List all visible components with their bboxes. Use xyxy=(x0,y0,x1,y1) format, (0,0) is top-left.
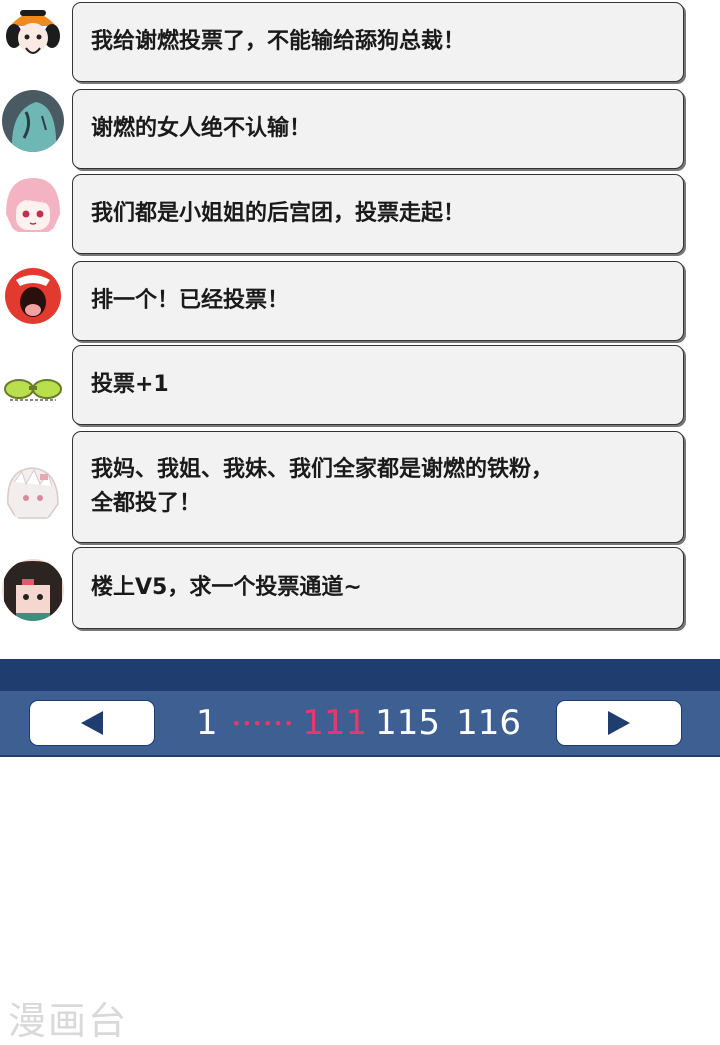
comment-bubble: 我给谢燃投票了，不能输给舔狗总裁！ xyxy=(72,2,684,82)
avatar[interactable] xyxy=(2,262,64,324)
page-link[interactable]: 115 xyxy=(375,703,440,743)
page-list: 1 •••••• 111 115 116 xyxy=(196,699,521,747)
comment-text-line1: 我妈、我姐、我妹、我们全家都是谢燃的铁粉， xyxy=(91,457,554,482)
avatar[interactable] xyxy=(2,174,64,236)
comment-bubble: 我妈、我姐、我妹、我们全家都是谢燃的铁粉， 全都投了！ xyxy=(72,431,684,543)
avatar-black-hair-girl-icon xyxy=(2,559,64,621)
avatar[interactable] xyxy=(2,559,64,621)
page-ellipsis: •••••• xyxy=(231,713,295,733)
comment-text: 我给谢燃投票了，不能输给舔狗总裁！ xyxy=(91,29,466,54)
avatar[interactable] xyxy=(2,358,64,420)
avatar-white-hair-girl-icon xyxy=(2,460,64,522)
comment-bubble: 排一个！已经投票！ xyxy=(72,261,684,341)
comment-bubble: 我们都是小姐姐的后宫团，投票走起！ xyxy=(72,174,684,254)
watermark: 漫画台 xyxy=(8,999,129,1043)
comment-text: 投票+1 xyxy=(91,372,169,397)
page-link[interactable]: 116 xyxy=(456,703,521,743)
avatar-green-goggles-icon xyxy=(2,358,64,420)
pagination-bar-header xyxy=(0,659,720,691)
page-current[interactable]: 111 xyxy=(302,703,367,743)
right-triangle-icon xyxy=(608,711,630,735)
avatar[interactable] xyxy=(2,90,64,152)
pagination-bar: 1 •••••• 111 115 116 xyxy=(0,691,720,757)
comment-bubble: 谢燃的女人绝不认输！ xyxy=(72,89,684,169)
avatar[interactable] xyxy=(2,460,64,522)
left-triangle-icon xyxy=(81,711,103,735)
avatar-teal-character-icon xyxy=(2,90,64,152)
avatar[interactable] xyxy=(2,2,64,64)
avatar-girl-orange-cap-icon xyxy=(2,2,64,64)
avatar-red-mouth-icon xyxy=(2,262,64,324)
comment-text: 谢燃的女人绝不认输！ xyxy=(91,116,312,141)
next-page-button[interactable] xyxy=(556,700,682,746)
avatar-pink-hair-girl-icon xyxy=(2,174,64,236)
comment-text: 排一个！已经投票！ xyxy=(91,288,290,313)
comment-bubble: 投票+1 xyxy=(72,345,684,425)
page-link-first[interactable]: 1 xyxy=(196,703,218,743)
comment-text: 楼上V5，求一个投票通道~ xyxy=(91,575,362,600)
comment-bubble: 楼上V5，求一个投票通道~ xyxy=(72,547,684,629)
comment-text-line2: 全都投了！ xyxy=(91,491,202,516)
comment-text: 我们都是小姐姐的后宫团，投票走起！ xyxy=(91,201,466,226)
prev-page-button[interactable] xyxy=(29,700,155,746)
